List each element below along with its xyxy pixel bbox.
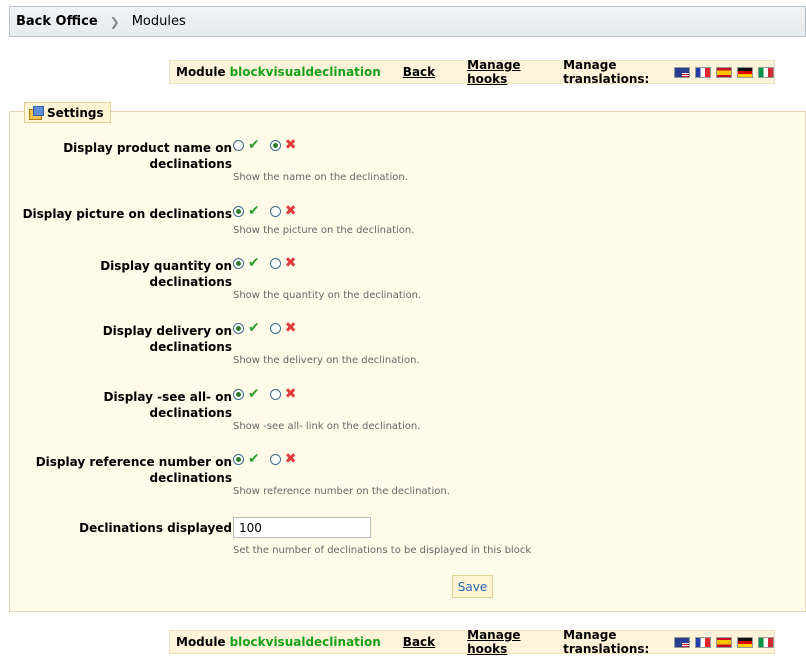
cross-icon: ✖ [284, 255, 297, 271]
settings-legend: Settings [24, 102, 111, 123]
radio-no[interactable] [269, 389, 281, 400]
flag-en-icon[interactable] [674, 636, 690, 648]
check-icon: ✔ [248, 137, 260, 153]
cross-icon: ✖ [284, 386, 297, 402]
field-label: Declinations displayed [79, 521, 232, 535]
flag-it-icon[interactable] [758, 636, 774, 648]
cross-icon: ✖ [284, 137, 297, 153]
module-toolbar-bottom: Module blockvisualdeclination Back Manag… [169, 628, 775, 656]
flag-de-icon[interactable] [737, 66, 753, 78]
radio-yes[interactable] [233, 323, 244, 334]
radio-yes[interactable] [233, 454, 244, 465]
radio-no[interactable] [269, 454, 281, 465]
field-hint: Set the number of declinations to be dis… [233, 545, 532, 556]
check-icon: ✔ [248, 203, 260, 219]
settings-fieldset: Settings Display product name on declina… [9, 102, 806, 612]
field-hint: Show the delivery on the declination. [233, 355, 420, 366]
flag-de-icon[interactable] [737, 636, 753, 648]
field-hint: Show the name on the declination. [233, 172, 408, 183]
field-label: Display quantity on declinations [100, 259, 232, 289]
field-hint: Show the quantity on the declination. [233, 290, 422, 301]
field-label: Display picture on declinations [22, 207, 232, 221]
cross-icon: ✖ [284, 451, 297, 467]
check-icon: ✔ [248, 255, 260, 271]
field-label: Display delivery on declinations [102, 324, 232, 354]
module-label: Module [176, 65, 226, 79]
field-hint: Show -see all- link on the declination. [233, 421, 421, 432]
radio-no[interactable] [269, 258, 281, 269]
radio-yes[interactable] [233, 140, 244, 151]
check-icon: ✔ [248, 320, 260, 336]
check-icon: ✔ [248, 386, 260, 402]
translation-flags [674, 636, 774, 648]
breadcrumb-back-office[interactable]: Back Office [16, 14, 98, 29]
field-hint: Show reference number on the declination… [233, 486, 450, 497]
field-label: Display reference number on declinations [35, 455, 232, 485]
radio-yes[interactable] [233, 258, 244, 269]
flag-es-icon[interactable] [716, 636, 732, 648]
field-label: Display product name on declinations [63, 141, 232, 171]
settings-title: Settings [47, 105, 104, 120]
save-button[interactable]: Save [452, 575, 493, 598]
field-label: Display -see all- on declinations [103, 390, 233, 420]
module-name: blockvisualdeclination [229, 635, 381, 649]
back-link[interactable]: Back [403, 65, 435, 79]
flag-es-icon[interactable] [716, 66, 732, 78]
cross-icon: ✖ [284, 320, 297, 336]
translation-flags [674, 66, 774, 78]
chevron-right-icon: ❯ [109, 14, 120, 29]
cross-icon: ✖ [284, 203, 297, 219]
manage-hooks-link[interactable]: Manage hooks [467, 58, 537, 86]
manage-hooks-link[interactable]: Manage hooks [467, 628, 537, 656]
breadcrumb-modules: Modules [131, 14, 186, 29]
radio-yes[interactable] [233, 206, 244, 217]
radio-no[interactable] [269, 206, 281, 217]
radio-yes[interactable] [233, 389, 244, 400]
flag-fr-icon[interactable] [695, 636, 711, 648]
settings-icon [29, 106, 44, 120]
module-toolbar-top: Module blockvisualdeclination Back Manag… [169, 58, 775, 86]
check-icon: ✔ [248, 451, 260, 467]
field-hint: Show the picture on the declination. [233, 225, 415, 236]
flag-fr-icon[interactable] [695, 66, 711, 78]
module-name: blockvisualdeclination [229, 65, 381, 79]
flag-en-icon[interactable] [674, 66, 690, 78]
radio-no[interactable] [269, 140, 281, 151]
flag-it-icon[interactable] [758, 66, 774, 78]
manage-translations-label: Manage translations: [563, 628, 650, 656]
declinations-input[interactable] [233, 517, 371, 538]
module-label: Module [176, 635, 226, 649]
breadcrumb: Back Office ❯ Modules [9, 6, 806, 37]
back-link[interactable]: Back [403, 635, 435, 649]
radio-no[interactable] [269, 323, 281, 334]
manage-translations-label: Manage translations: [563, 58, 650, 86]
